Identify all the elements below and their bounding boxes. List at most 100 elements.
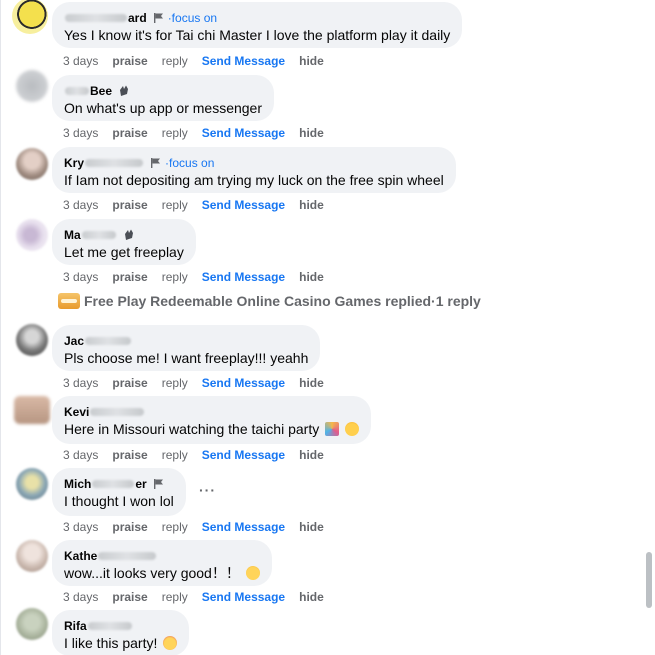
replied-page-name[interactable]: Free Play Redeemable Online Casino Games… (84, 293, 431, 309)
comment-text: Pls choose me! I want freeplay!!! yeahh (64, 350, 309, 366)
praise-button[interactable]: praise (112, 520, 147, 534)
comment-bubble: ard ·focus on Yes I know it's for Tai ch… (52, 2, 463, 48)
author-name[interactable]: Rifa (64, 619, 87, 633)
comment-text-body: Here in Missouri watching the taichi par… (64, 421, 320, 437)
hide-button[interactable]: hide (299, 54, 324, 68)
hide-button[interactable]: hide (299, 520, 324, 534)
blurred-name (65, 87, 89, 95)
reply-button[interactable]: reply (162, 270, 188, 284)
comment-author[interactable]: Kevi (64, 404, 359, 420)
avatar[interactable] (16, 324, 48, 356)
avatar[interactable] (16, 608, 48, 640)
author-name[interactable]: Kathe (64, 549, 97, 563)
comment-author[interactable]: Kry ·focus on (64, 155, 444, 171)
comment-bubble: Jac Pls choose me! I want freeplay!!! ye… (52, 325, 321, 371)
comment-author[interactable]: Kathe (64, 548, 260, 564)
reply-count[interactable]: 1 reply (436, 293, 481, 309)
comment-author[interactable]: ard ·focus on (64, 10, 450, 26)
focus-on-link[interactable]: ·focus on (165, 156, 214, 170)
comment-bubble: Bee On what's up app or messenger (52, 75, 275, 121)
praise-button[interactable]: praise (112, 270, 147, 284)
focus-on-link[interactable]: ·focus on (168, 11, 217, 25)
comment-author[interactable]: Bee (64, 83, 262, 99)
hide-button[interactable]: hide (299, 590, 324, 604)
send-message-button[interactable]: Send Message (202, 448, 285, 462)
comment-actions: 3 days praise reply Send Message hide (63, 198, 338, 212)
author-name[interactable]: Mich (64, 477, 91, 491)
timestamp[interactable]: 3 days (63, 520, 98, 534)
author-name[interactable]: Jac (64, 334, 84, 348)
party-face-icon (345, 422, 360, 436)
flag-icon (152, 477, 166, 491)
timestamp[interactable]: 3 days (63, 126, 98, 140)
praise-button[interactable]: praise (112, 126, 147, 140)
reply-button[interactable]: reply (162, 590, 188, 604)
blurred-name (92, 480, 135, 488)
reply-button[interactable]: reply (162, 198, 188, 212)
scrollbar-thumb[interactable] (646, 552, 652, 608)
timestamp[interactable]: 3 days (63, 54, 98, 68)
author-name[interactable]: ard (128, 11, 147, 25)
praise-button[interactable]: praise (112, 376, 147, 390)
avatar[interactable] (16, 219, 48, 251)
author-name[interactable]: Kevi (64, 405, 89, 419)
blurred-name (87, 622, 132, 630)
reply-button[interactable]: reply (162, 126, 188, 140)
author-name[interactable]: Kry (64, 156, 84, 170)
author-name[interactable]: Ma (64, 228, 81, 242)
reply-button[interactable]: reply (162, 376, 188, 390)
comment-author[interactable]: Rifa (64, 618, 177, 634)
avatar[interactable] (14, 396, 50, 424)
comment-bubble: Kevi Here in Missouri watching the taich… (52, 396, 372, 444)
more-options-button[interactable]: ··· (199, 482, 216, 498)
timestamp[interactable]: 3 days (63, 270, 98, 284)
comment-author[interactable]: Ma (64, 227, 184, 243)
hide-button[interactable]: hide (299, 376, 324, 390)
comment-text: I thought I won lol (64, 493, 174, 509)
comment-text-body: I like this party! (64, 635, 158, 651)
page-avatar-icon (58, 293, 80, 309)
send-message-button[interactable]: Send Message (202, 54, 285, 68)
avatar[interactable] (16, 148, 48, 180)
comment-bubble: Mich er I thought I won lol (52, 468, 186, 516)
praise-button[interactable]: praise (112, 590, 147, 604)
comment-actions: 3 days praise reply Send Message hide (63, 54, 338, 68)
send-message-button[interactable]: Send Message (202, 376, 285, 390)
praise-button[interactable]: praise (112, 54, 147, 68)
send-message-button[interactable]: Send Message (202, 590, 285, 604)
send-message-button[interactable]: Send Message (202, 198, 285, 212)
timestamp[interactable]: 3 days (63, 448, 98, 462)
send-message-button[interactable]: Send Message (202, 520, 285, 534)
avatar[interactable] (16, 540, 48, 572)
reply-button[interactable]: reply (162, 448, 188, 462)
timestamp[interactable]: 3 days (63, 198, 98, 212)
author-name-suffix[interactable]: er (135, 477, 146, 491)
author-name[interactable]: Bee (90, 84, 112, 98)
hide-button[interactable]: hide (299, 448, 324, 462)
hide-button[interactable]: hide (299, 198, 324, 212)
blurred-name (81, 231, 116, 239)
comment-author[interactable]: Mich er (64, 476, 174, 492)
blurred-name (85, 159, 144, 167)
avatar[interactable] (12, 0, 48, 34)
praise-button[interactable]: praise (112, 198, 147, 212)
comment-actions: 3 days praise reply Send Message hide (63, 376, 338, 390)
party-popper-icon (325, 422, 340, 436)
replies-summary-link[interactable]: Free Play Redeemable Online Casino Games… (58, 293, 481, 309)
timestamp[interactable]: 3 days (63, 376, 98, 390)
avatar[interactable] (16, 70, 48, 102)
avatar[interactable] (16, 468, 48, 500)
praise-button[interactable]: praise (112, 448, 147, 462)
hide-button[interactable]: hide (299, 126, 324, 140)
reply-button[interactable]: reply (162, 520, 188, 534)
comment-author[interactable]: Jac (64, 333, 308, 349)
flag-icon (152, 11, 166, 25)
reply-button[interactable]: reply (162, 54, 188, 68)
send-message-button[interactable]: Send Message (202, 270, 285, 284)
comment-text: Let me get freeplay (64, 244, 184, 260)
timestamp[interactable]: 3 days (63, 590, 98, 604)
comment-text: wow...it looks very good！！ (64, 564, 260, 583)
hide-button[interactable]: hide (299, 270, 324, 284)
send-message-button[interactable]: Send Message (202, 126, 285, 140)
comment-actions: 3 days praise reply Send Message hide (63, 590, 338, 604)
